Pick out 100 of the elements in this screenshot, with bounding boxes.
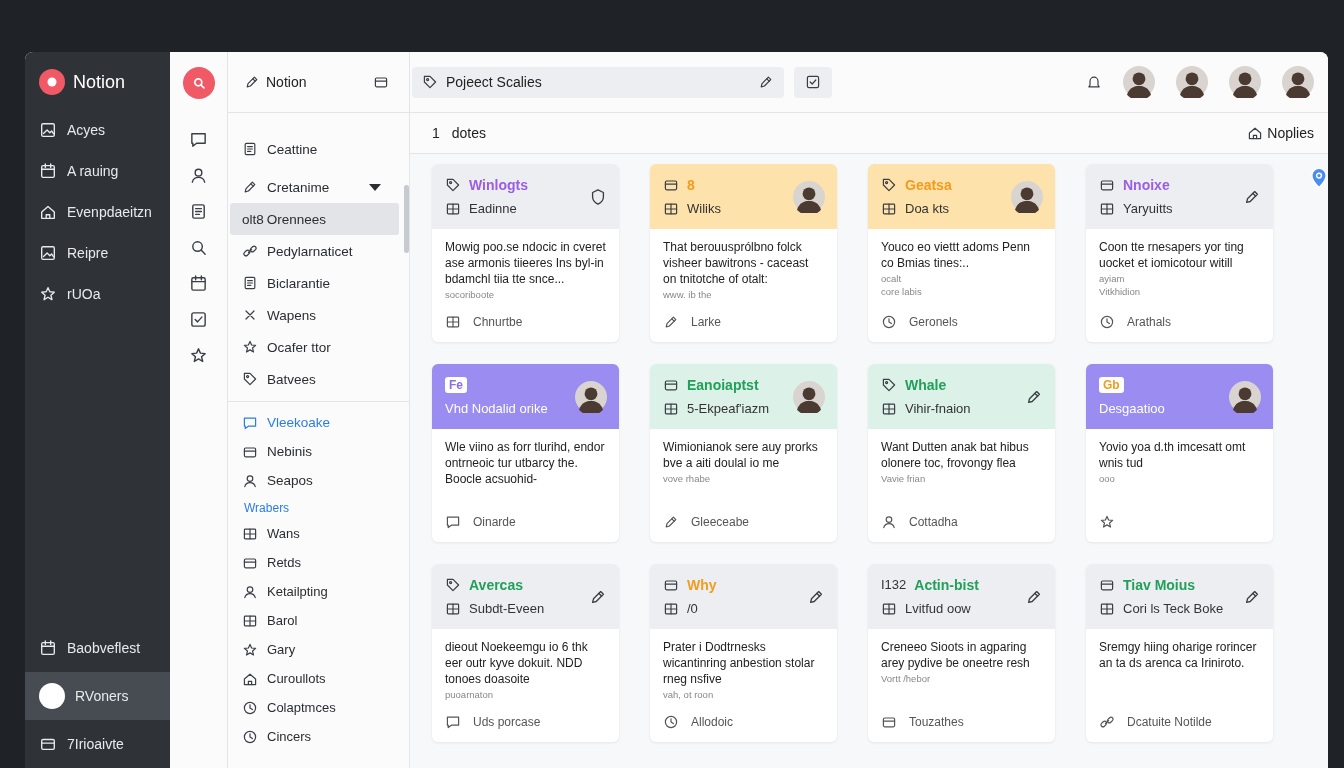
card-code: I132	[881, 577, 907, 592]
card-title: 8	[687, 176, 695, 193]
card-title: Eanoiaptst	[687, 376, 759, 393]
search-icon[interactable]	[189, 238, 208, 257]
card[interactable]: Tiav Moius Cori ls Teck Boke Sremgy hiing oharige rorincer an ta ds arenca ca Iriniroto. Dcatuite Notilde	[1086, 564, 1273, 742]
search-box[interactable]: Pojeect Scalies	[412, 66, 784, 98]
pencil-icon	[663, 314, 679, 330]
card-text: That berouusprólbno folck visheer bawitrons - caceast on tnitotche of otalt:	[663, 239, 810, 287]
avatar	[1282, 66, 1314, 98]
card[interactable]: Why /0 Prater i Dodtrnesks wicantinring anbestion stolar rneg nsfive vah, ot roon Allodoic	[650, 564, 837, 742]
card[interactable]: Fe Vhd Nodalid orike Wle viino as forr tlurihd, endor ontrneoic tur utbarcy the. Boocle acsuohid- Oinarde	[432, 364, 619, 542]
sidebar-item[interactable]: Reipre	[25, 232, 170, 273]
card-meta: vove rhabe	[663, 473, 711, 484]
page-item[interactable]: Barol	[230, 606, 399, 635]
sidebar-item[interactable]: Baobveflest	[25, 624, 170, 672]
window-icon[interactable]	[373, 74, 389, 90]
page-item[interactable]: Nebinis	[230, 437, 399, 466]
avatar	[1123, 66, 1155, 98]
chat-icon[interactable]	[189, 130, 208, 149]
caret-icon[interactable]	[369, 183, 381, 191]
page-item[interactable]: Batvees	[230, 363, 399, 395]
page-item[interactable]: Cretanime	[230, 171, 399, 203]
sidebar-item[interactable]: rUOa	[25, 273, 170, 314]
card-title: Why	[687, 576, 717, 593]
star-icon	[242, 339, 258, 355]
card-subtitle: Cori ls Teck Boke	[1123, 601, 1224, 616]
page-item[interactable]: olt8 Orennees	[230, 203, 399, 235]
card-subtitle: Doa kts	[905, 201, 950, 216]
card-footer-label: Touzathes	[909, 715, 964, 729]
card[interactable]: Avercas Subdt-Eveen dieout Noekeemgu io 6 thk eer outr kyve dokuit. NDD tonoes doasoite puoarnaton Uds porcase	[432, 564, 619, 742]
page-item[interactable]: Gary	[230, 635, 399, 664]
card-title: Winlogts	[469, 176, 528, 193]
tag-icon	[881, 176, 897, 193]
clock-icon	[242, 699, 258, 716]
card[interactable]: Nnoixe Yaryuitts Coon tte rnesapers yor ting uocket et iomicotour witill ayiam Vitkhidion Arathals	[1086, 164, 1273, 342]
avatar	[1176, 66, 1208, 98]
card-meta: vah, ot roon	[663, 689, 715, 700]
card-footer-label: Chnurtbe	[473, 315, 523, 329]
page-icon[interactable]	[189, 202, 208, 221]
card[interactable]: Eanoiaptst 5-Ekpeaf'iazm Wimionianok sere auy prorks bve a aiti doulal io me vove rhabe Gleeceabe	[650, 364, 837, 542]
title-badge: Gb	[1099, 377, 1124, 393]
search-button[interactable]	[182, 67, 215, 99]
pencil-icon[interactable]	[758, 74, 774, 90]
card-subtitle: Eadinne	[469, 201, 517, 216]
page-item[interactable]: Vleekoake	[230, 408, 399, 437]
page-icon	[242, 275, 258, 291]
sidebar-item[interactable]: RVoners	[25, 672, 170, 720]
shield-icon[interactable]	[589, 187, 607, 206]
page-item[interactable]: Wapens	[230, 299, 399, 331]
star-icon	[39, 284, 57, 303]
page-item[interactable]: Seapos	[230, 466, 399, 495]
clock-icon	[881, 314, 897, 330]
card-subtitle: Vihir-fnaion	[905, 401, 971, 416]
link-icon	[1099, 714, 1115, 730]
app-name: Notion	[73, 71, 126, 93]
logo-icon	[39, 69, 65, 95]
page-item[interactable]: Ketailpting	[230, 577, 399, 606]
card-subtitle: Vhd Nodalid orike	[445, 401, 548, 416]
card-footer-label: Gleeceabe	[691, 515, 750, 529]
star-icon[interactable]	[189, 346, 208, 365]
card[interactable]: I132 Actin-bist Lvitfud oow Creneeo Sioots in agparing arey pydive be oneetre resh Vortt /hebor Touzathes	[868, 564, 1055, 742]
page-item[interactable]: Cincers	[230, 722, 399, 751]
sidebar-item[interactable]: Acyes	[25, 109, 170, 150]
scrollbar[interactable]	[404, 185, 409, 253]
calendar-icon	[39, 639, 57, 657]
page-item[interactable]: Retds	[230, 548, 399, 577]
page-item[interactable]: Biclarantie	[230, 267, 399, 299]
card-subtitle: 5-Ekpeaf'iazm	[687, 401, 769, 416]
card-text: Wimionianok sere auy prorks bve a aiti doulal io me	[663, 439, 819, 471]
card-title: Actin-bist	[914, 576, 979, 593]
page-item[interactable]: Wans	[230, 519, 399, 548]
card-subtitle: /0	[687, 601, 698, 616]
page-item[interactable]: Colaptmces	[230, 693, 399, 722]
page-item[interactable]: Ocafer ttor	[230, 331, 399, 363]
search-field[interactable]: Pojeect Scalies	[444, 73, 752, 91]
bell-icon[interactable]	[1086, 74, 1102, 90]
house-icon	[1247, 125, 1264, 141]
card-footer-label: Uds porcase	[473, 715, 541, 729]
page-item[interactable]: Pedylarnaticet	[230, 235, 399, 267]
card[interactable]: 8 Wiliks That berouusprólbno folck visheer bawitrons - caceast on tnitotche of otalt: www. ib the Larke	[650, 164, 837, 342]
sidebar-item[interactable]: A rauing	[25, 150, 170, 191]
page-item[interactable]: Curoullots	[230, 664, 399, 693]
card[interactable]: Winlogts Eadinne Mowig poo.se ndocic in cveret ase armonis tiieeres Ins byl-in bdamchl tiia tte snce... socoriboote Chnurtbe	[432, 164, 619, 342]
card-text: Sremgy hiing oharige rorincer an ta ds arenca ca Iriniroto.	[1099, 639, 1258, 671]
card[interactable]: Geatsa Doa kts Youco eo viettt adoms Penn co Bmias tines:.. ocalt core labis Geronels	[868, 164, 1055, 342]
page-icon	[242, 141, 258, 157]
sidebar-item[interactable]: 7Irioaivte	[25, 720, 170, 768]
sidebar-item[interactable]: Evenpdaeitzn	[25, 191, 170, 232]
card-text: Prater i Dodtrnesks wicantinring anbestion stolar rneg nsfive	[663, 639, 816, 687]
page-item[interactable]: Ceattine	[230, 127, 399, 171]
checkbox-icon[interactable]	[189, 310, 208, 329]
action-button[interactable]: Noplies	[1247, 123, 1314, 143]
filter-button[interactable]	[794, 66, 832, 98]
card-meta: Vitkhidion	[1099, 286, 1142, 297]
card[interactable]: Gb Desgaatioo Yovio yoa d.th imcesatt omt wnis tud ooo	[1086, 364, 1273, 542]
chat-icon	[445, 514, 461, 530]
view-title: dotes	[451, 125, 487, 141]
calendar-icon[interactable]	[189, 274, 208, 293]
card[interactable]: Whale Vihir-fnaion Want Dutten anak bat hibus olonere toc, frovongy flea Vavie frian Cottadha	[868, 364, 1055, 542]
section-heading: Wrabers	[243, 500, 291, 517]
